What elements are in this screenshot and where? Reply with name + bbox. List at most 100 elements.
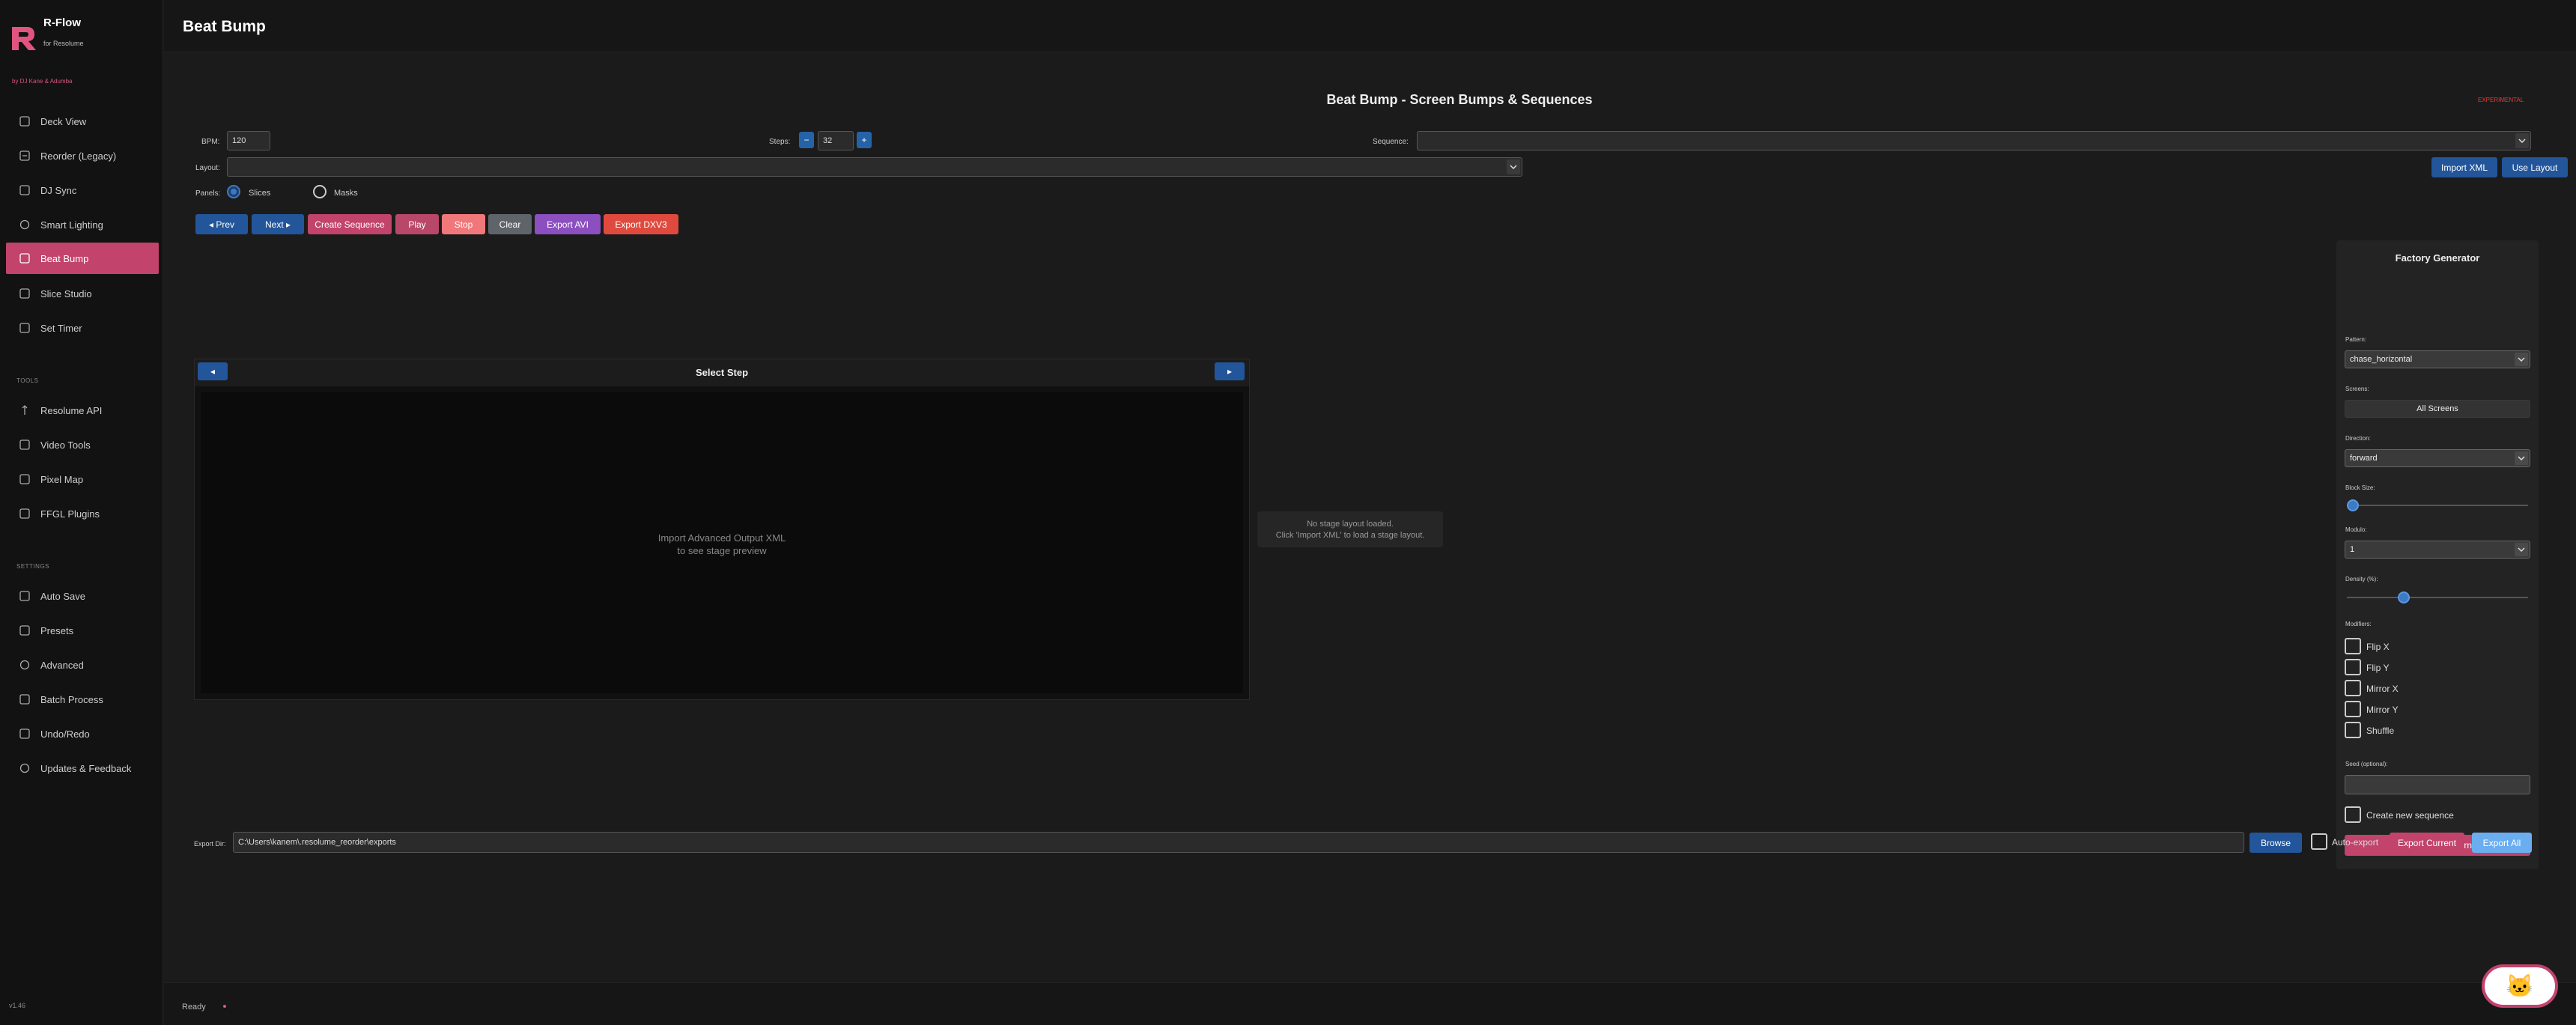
mirror-x-checkbox[interactable] <box>2345 680 2361 696</box>
panels-masks-radio[interactable] <box>313 185 326 198</box>
steps-increment-button[interactable]: + <box>857 132 872 148</box>
sidebar-item-label: Video Tools <box>40 439 91 451</box>
export-avi-button[interactable]: Export AVI <box>535 214 601 234</box>
stage-preview-canvas[interactable]: Import Advanced Output XML to see stage … <box>201 392 1243 693</box>
factory-title: Factory Generator <box>2395 252 2480 264</box>
reorder-icon <box>18 149 31 162</box>
flip-x-checkbox[interactable] <box>2345 638 2361 654</box>
pattern-select[interactable]: chase_horizontal <box>2345 350 2530 368</box>
create-sequence-button[interactable]: Create Sequence <box>308 214 392 234</box>
sidebar-item-batch-process[interactable]: Batch Process <box>6 684 159 715</box>
step-preview-panel: ◂ Select Step ▸ Import Advanced Output X… <box>194 359 1250 700</box>
panels-label: Panels: <box>195 189 221 198</box>
modulo-value: 1 <box>2350 545 2355 554</box>
use-layout-button[interactable]: Use Layout <box>2502 157 2568 177</box>
sidebar-item-undo-redo[interactable]: Undo/Redo <box>6 718 159 749</box>
chevron-down-icon <box>2515 543 2528 556</box>
flip-y-checkbox[interactable] <box>2345 659 2361 675</box>
presets-icon <box>18 624 31 637</box>
sidebar-item-slice-studio[interactable]: Slice Studio <box>6 278 159 309</box>
chevron-down-icon <box>2515 451 2528 465</box>
prev-button[interactable]: ◂ Prev <box>195 214 248 234</box>
density-slider[interactable] <box>2347 591 2528 603</box>
pattern-label: Pattern: <box>2345 336 2367 343</box>
sidebar-item-set-timer[interactable]: Set Timer <box>6 312 159 344</box>
preview-next-button[interactable]: ▸ <box>1215 362 1245 380</box>
import-xml-button[interactable]: Import XML <box>2431 157 2497 177</box>
sidebar-item-label: Presets <box>40 624 74 636</box>
layout-select[interactable] <box>227 157 1522 177</box>
modulo-label: Modulo: <box>2345 526 2367 533</box>
create-new-sequence-checkbox[interactable] <box>2345 806 2361 823</box>
shuffle-label: Shuffle <box>2366 726 2395 736</box>
export-dir-label: Export Dir: <box>194 840 226 848</box>
pattern-value: chase_horizontal <box>2350 355 2413 364</box>
mirror-y-checkbox[interactable] <box>2345 701 2361 717</box>
seed-input[interactable] <box>2345 775 2530 794</box>
sidebar-item-label: Undo/Redo <box>40 728 90 740</box>
export-current-button[interactable]: Export Current <box>2390 833 2464 853</box>
sidebar-item-presets[interactable]: Presets <box>6 615 159 646</box>
sidebar-item-beat-bump[interactable]: Beat Bump <box>6 243 159 274</box>
steps-decrement-button[interactable]: − <box>799 132 814 148</box>
bpm-label: BPM: <box>201 138 220 146</box>
export-all-button[interactable]: Export All <box>2472 833 2532 853</box>
sidebar-item-label: Advanced <box>40 659 84 671</box>
steps-input[interactable]: 32 <box>818 131 854 150</box>
sidebar-item-video-tools[interactable]: Video Tools <box>6 429 159 460</box>
sidebar-item-label: Pixel Map <box>40 473 84 485</box>
video-icon <box>18 438 31 451</box>
sidebar-item-auto-save[interactable]: Auto Save <box>6 580 159 612</box>
export-dir-input[interactable]: C:\Users\kanem\.resolume_reorder\exports <box>233 832 2244 853</box>
batch-icon <box>18 693 31 706</box>
auto-export-checkbox[interactable] <box>2311 833 2327 850</box>
modulo-select[interactable]: 1 <box>2345 541 2530 559</box>
export-dxv3-button[interactable]: Export DXV3 <box>604 214 678 234</box>
layout-label: Layout: <box>195 164 220 172</box>
block-size-slider-thumb[interactable] <box>2347 499 2359 511</box>
rflow-logo <box>12 27 36 50</box>
block-size-slider[interactable] <box>2347 499 2528 511</box>
sidebar-item-dj-sync[interactable]: DJ Sync <box>6 174 159 206</box>
sidebar-item-label: Beat Bump <box>40 252 89 264</box>
sidebar-item-updates-feedback[interactable]: Updates & Feedback <box>6 752 159 784</box>
plugin-icon <box>18 507 31 520</box>
preview-header: ◂ Select Step ▸ <box>195 359 1249 386</box>
density-label: Density (%): <box>2345 576 2378 583</box>
sidebar-item-reorder[interactable]: Reorder (Legacy) <box>6 140 159 171</box>
sidebar-item-resolume-api[interactable]: Resolume API <box>6 395 159 426</box>
flip-x-label: Flip X <box>2366 642 2390 652</box>
flip-y-label: Flip Y <box>2366 663 2390 673</box>
sidebar-item-pixel-map[interactable]: Pixel Map <box>6 463 159 495</box>
shuffle-checkbox[interactable] <box>2345 722 2361 738</box>
bpm-input[interactable]: 120 <box>227 131 270 150</box>
density-slider-thumb[interactable] <box>2397 591 2410 603</box>
mascot-button[interactable]: 🐱 <box>2482 964 2558 1008</box>
panels-slices-radio[interactable] <box>227 185 240 198</box>
sequence-select[interactable] <box>1417 131 2531 150</box>
tools-section-label: TOOLS <box>16 377 39 384</box>
stage-layout-message: No stage layout loaded. Click 'Import XM… <box>1257 511 1443 547</box>
sidebar-item-smart-lighting[interactable]: Smart Lighting <box>6 209 159 240</box>
browse-button[interactable]: Browse <box>2250 833 2302 853</box>
api-icon <box>18 404 31 417</box>
direction-select[interactable]: forward <box>2345 449 2530 467</box>
direction-value: forward <box>2350 454 2378 463</box>
sequence-label: Sequence: <box>1373 138 1409 146</box>
panel-title: Beat Bump - Screen Bumps & Sequences <box>1326 92 1593 107</box>
sidebar-item-label: Auto Save <box>40 590 85 602</box>
sidebar-item-ffgl-plugins[interactable]: FFGL Plugins <box>6 498 159 529</box>
next-button[interactable]: Next ▸ <box>252 214 304 234</box>
status-dot <box>223 1005 226 1008</box>
panels-masks-label: Masks <box>334 189 358 198</box>
sidebar-item-label: Resolume API <box>40 404 103 416</box>
play-button[interactable]: Play <box>395 214 439 234</box>
stop-button[interactable]: Stop <box>442 214 485 234</box>
clear-button[interactable]: Clear <box>488 214 532 234</box>
chevron-down-icon <box>1507 159 1520 174</box>
sidebar-item-label: FFGL Plugins <box>40 508 100 520</box>
page-title: Beat Bump <box>183 18 266 35</box>
sidebar-item-deck-view[interactable]: Deck View <box>6 106 159 137</box>
screens-select[interactable]: All Screens <box>2345 400 2530 418</box>
sidebar-item-advanced[interactable]: Advanced <box>6 649 159 681</box>
